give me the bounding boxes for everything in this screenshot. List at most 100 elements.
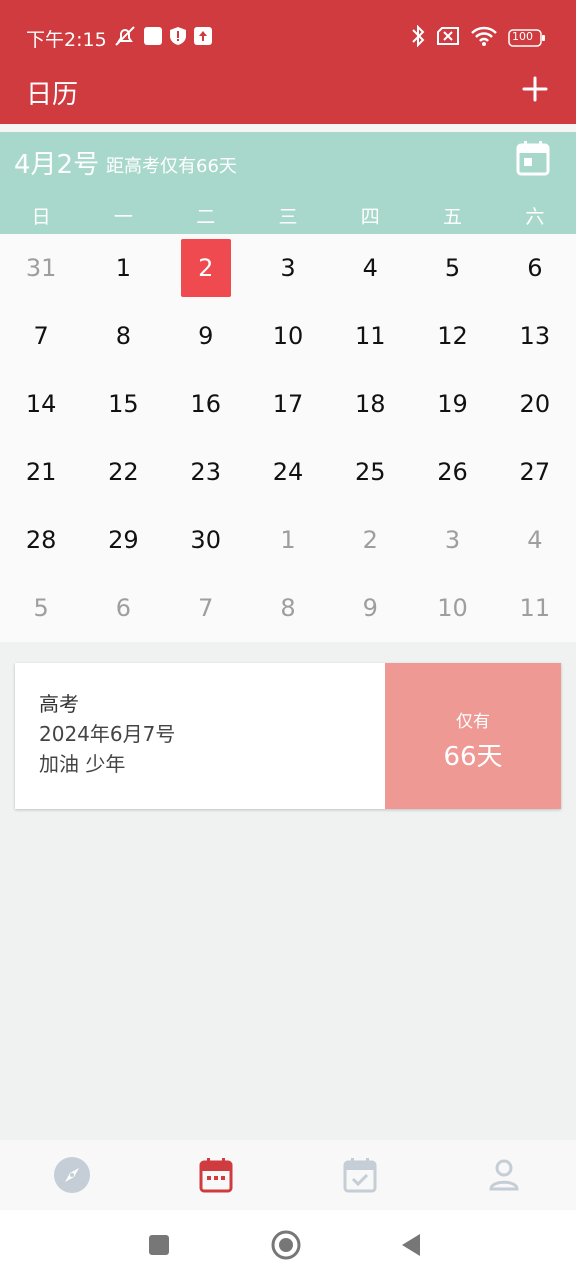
calendar-day[interactable]: 9 <box>329 574 411 642</box>
calendar-day[interactable]: 4 <box>329 234 411 302</box>
calendar-day[interactable]: 30 <box>165 506 247 574</box>
weekday-label: 三 <box>278 206 298 228</box>
weekday-label: 四 <box>360 206 380 228</box>
weekday-label: 六 <box>525 206 545 228</box>
calendar-day[interactable]: 11 <box>494 574 576 642</box>
bluetooth-icon <box>410 24 426 52</box>
mute-bell-icon <box>113 24 137 53</box>
home-circle-icon <box>271 1230 301 1260</box>
calendar-day[interactable]: 17 <box>247 370 329 438</box>
square-notification-icon <box>143 26 163 51</box>
compass-icon <box>54 1157 90 1193</box>
exam-countdown-label: 距高考仅有66天 <box>106 156 237 177</box>
calendar-picker-button[interactable] <box>516 140 550 176</box>
calendar-day[interactable]: 1 <box>247 506 329 574</box>
home-button[interactable] <box>270 1229 302 1265</box>
recent-apps-button[interactable] <box>148 1234 170 1260</box>
calendar-day[interactable]: 28 <box>0 506 82 574</box>
weekday-label: 二 <box>196 206 216 228</box>
calendar-day[interactable]: 6 <box>82 574 164 642</box>
sim-off-icon <box>436 26 460 50</box>
calendar-day[interactable]: 16 <box>165 370 247 438</box>
bottom-navigation <box>0 1140 576 1210</box>
calendar-day[interactable]: 14 <box>0 370 82 438</box>
calendar-week-row: 7 8 9 10 11 12 13 <box>0 302 576 370</box>
calendar-icon <box>516 141 550 176</box>
event-remaining-days: 66天 <box>443 742 503 772</box>
calendar-day-selected[interactable]: 2 <box>165 234 247 302</box>
calendar-day[interactable]: 24 <box>247 438 329 506</box>
calendar-day[interactable]: 12 <box>411 302 493 370</box>
calendar-day[interactable]: 25 <box>329 438 411 506</box>
calendar-day[interactable]: 7 <box>165 574 247 642</box>
weekday-header: 日 一 二 三 四 五 六 <box>0 202 576 229</box>
calendar-week-row: 28 29 30 1 2 3 4 <box>0 506 576 574</box>
calendar-day[interactable]: 3 <box>247 234 329 302</box>
back-triangle-icon <box>402 1234 420 1256</box>
wifi-icon <box>470 25 498 51</box>
divider <box>0 124 576 132</box>
calendar-icon <box>199 1158 233 1193</box>
app-bar: 日历 <box>0 70 576 124</box>
weekday-label: 五 <box>443 206 463 228</box>
battery-level: 100 <box>512 30 533 43</box>
back-button[interactable] <box>400 1232 422 1262</box>
calendar-day[interactable]: 8 <box>82 302 164 370</box>
calendar-day[interactable]: 15 <box>82 370 164 438</box>
calendar-grid: 31 1 2 3 4 5 6 7 8 9 10 11 12 13 14 15 1… <box>0 234 576 642</box>
add-button[interactable] <box>520 74 550 104</box>
calendar-day[interactable]: 9 <box>165 302 247 370</box>
calendar-day[interactable]: 23 <box>165 438 247 506</box>
event-date: 2024年6月7号 <box>39 722 176 746</box>
event-remaining-label: 仅有 <box>456 712 490 732</box>
weekday-label: 一 <box>113 206 133 228</box>
calendar-day[interactable]: 27 <box>494 438 576 506</box>
status-bar: 下午2:15 100 <box>0 0 576 70</box>
calendar-week-row: 21 22 23 24 25 26 27 <box>0 438 576 506</box>
calendar-day[interactable]: 1 <box>82 234 164 302</box>
calendar-day[interactable]: 26 <box>411 438 493 506</box>
calendar-week-row: 14 15 16 17 18 19 20 <box>0 370 576 438</box>
calendar-day[interactable]: 10 <box>411 574 493 642</box>
shield-icon <box>169 26 187 51</box>
square-icon <box>149 1235 169 1255</box>
calendar-header: 4月2号 距高考仅有66天 日 一 二 三 四 五 六 <box>0 132 576 234</box>
nav-profile[interactable] <box>432 1140 576 1210</box>
calendar-day[interactable]: 10 <box>247 302 329 370</box>
calendar-day[interactable]: 22 <box>82 438 164 506</box>
event-countdown: 仅有 66天 <box>385 663 561 809</box>
event-note: 加油 少年 <box>39 752 126 776</box>
nav-discover[interactable] <box>0 1140 144 1210</box>
event-title: 高考 <box>39 692 79 716</box>
calendar-day[interactable]: 13 <box>494 302 576 370</box>
current-date-label: 4月2号 <box>14 150 100 180</box>
calendar-week-row: 31 1 2 3 4 5 6 <box>0 234 576 302</box>
plus-icon <box>522 76 548 102</box>
nav-calendar[interactable] <box>144 1140 288 1210</box>
battery-icon: 100 <box>508 29 546 47</box>
calendar-day[interactable]: 21 <box>0 438 82 506</box>
system-navigation-bar <box>0 1210 576 1280</box>
calendar-day[interactable]: 5 <box>411 234 493 302</box>
calendar-day[interactable]: 20 <box>494 370 576 438</box>
calendar-day[interactable]: 4 <box>494 506 576 574</box>
event-card[interactable]: 高考 2024年6月7号 加油 少年 仅有 66天 <box>15 663 561 809</box>
status-time: 下午2:15 <box>26 29 107 51</box>
calendar-day[interactable]: 31 <box>0 234 82 302</box>
calendar-day[interactable]: 18 <box>329 370 411 438</box>
calendar-day[interactable]: 19 <box>411 370 493 438</box>
calendar-day[interactable]: 6 <box>494 234 576 302</box>
calendar-day[interactable]: 2 <box>329 506 411 574</box>
calendar-day[interactable]: 7 <box>0 302 82 370</box>
calendar-day[interactable]: 29 <box>82 506 164 574</box>
calendar-day[interactable]: 5 <box>0 574 82 642</box>
calendar-day[interactable]: 8 <box>247 574 329 642</box>
task-check-icon <box>343 1158 377 1193</box>
upload-icon <box>193 26 213 51</box>
calendar-day[interactable]: 11 <box>329 302 411 370</box>
nav-tasks[interactable] <box>288 1140 432 1210</box>
page-title: 日历 <box>26 80 79 110</box>
calendar-week-row: 5 6 7 8 9 10 11 <box>0 574 576 642</box>
calendar-day[interactable]: 3 <box>411 506 493 574</box>
person-icon <box>489 1159 519 1191</box>
